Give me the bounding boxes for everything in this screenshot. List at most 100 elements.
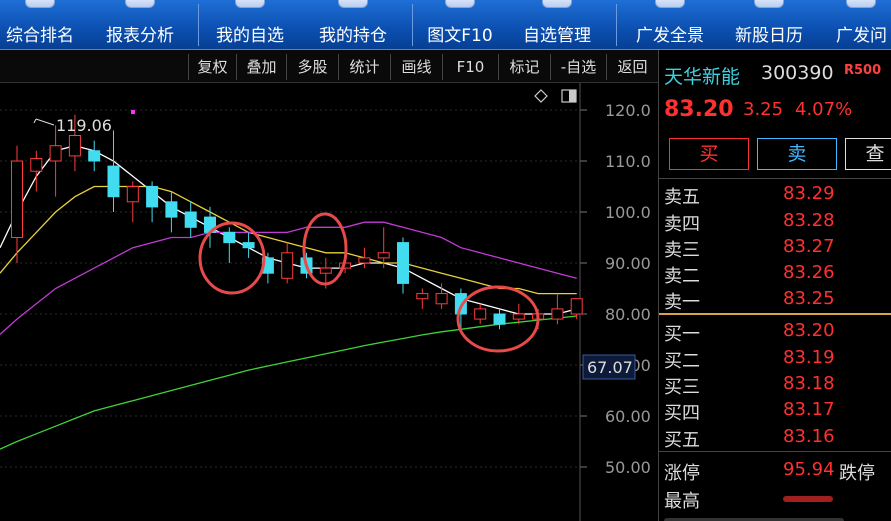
toolbar-label: 报表分析 bbox=[106, 26, 174, 46]
candle-down bbox=[88, 140, 101, 172]
y-tick-label: 60.00 bbox=[605, 407, 651, 426]
y-tick-label: 80.00 bbox=[605, 305, 651, 324]
draw-line-button[interactable]: 画线 bbox=[390, 54, 442, 80]
stock-name[interactable]: 天华新能 bbox=[664, 62, 740, 89]
toolbar-divider bbox=[616, 4, 617, 46]
ask-row[interactable]: 卖二 83.26 bbox=[659, 260, 891, 287]
candle-body bbox=[146, 186, 159, 208]
candle-body bbox=[319, 267, 332, 274]
bid-price: 83.16 bbox=[783, 426, 835, 447]
limit-up-value: 95.94 bbox=[783, 459, 835, 480]
candle-up bbox=[126, 181, 139, 223]
candle-up bbox=[49, 125, 62, 197]
price-change: 3.25 bbox=[743, 99, 784, 120]
candle-down bbox=[242, 232, 255, 258]
toolbar-calendar-button[interactable]: 新股日历 bbox=[729, 0, 809, 49]
statistics-button[interactable]: 统计 bbox=[338, 54, 390, 80]
y-axis: 120.0110.0100.090.0080.0070.0060.0050.00 bbox=[579, 83, 651, 521]
candle-body bbox=[358, 257, 371, 264]
candle-body bbox=[107, 165, 120, 198]
ask-row[interactable]: 卖五 83.29 bbox=[659, 181, 891, 208]
candle-body bbox=[88, 150, 101, 162]
candle-body bbox=[30, 157, 43, 172]
last-price: 83.20 bbox=[664, 97, 734, 122]
toolbar-ask-button[interactable]: 广发问 bbox=[830, 0, 891, 49]
stock-flag-badge: R500 bbox=[844, 63, 882, 78]
toolbar-label: 综合排名 bbox=[6, 26, 74, 46]
quote-divider bbox=[659, 451, 891, 452]
toolbar-manage-button[interactable]: 自选管理 bbox=[517, 0, 597, 49]
watchlist-icon bbox=[235, 0, 265, 8]
toolbar-f10-button[interactable]: 图文F10 bbox=[420, 0, 500, 49]
f10-button[interactable]: F10 bbox=[442, 54, 498, 80]
price-change-percent: 4.07% bbox=[795, 99, 853, 120]
buy-button[interactable]: 买 bbox=[669, 138, 749, 170]
candle-down bbox=[493, 308, 506, 330]
ask-row[interactable]: 卖三 83.27 bbox=[659, 234, 891, 261]
y-tick-label: 50.00 bbox=[605, 458, 651, 477]
candlestick-chart[interactable]: 120.0110.0100.090.0080.0070.0060.0050.00… bbox=[0, 83, 658, 521]
sell-button[interactable]: 卖 bbox=[757, 138, 837, 170]
restore-rights-button[interactable]: 复权 bbox=[188, 54, 236, 80]
back-button[interactable]: 返回 bbox=[606, 54, 658, 80]
candles bbox=[11, 114, 583, 330]
bid-label: 买一 bbox=[664, 324, 700, 345]
toolbar-report-button[interactable]: 报表分析 bbox=[100, 0, 180, 49]
ask-label: 卖二 bbox=[664, 266, 700, 287]
candle-up bbox=[416, 288, 429, 309]
overlay-button[interactable]: 叠加 bbox=[236, 54, 286, 80]
candle-down bbox=[184, 201, 197, 238]
candle-body bbox=[126, 186, 139, 203]
window-icon[interactable] bbox=[561, 89, 577, 103]
toolbar-panorama-button[interactable]: 广发全景 bbox=[630, 0, 710, 49]
bid-row[interactable]: 买一 83.20 bbox=[659, 318, 891, 345]
bid-row[interactable]: 买四 83.17 bbox=[659, 397, 891, 424]
toolbar-label: 自选管理 bbox=[523, 26, 591, 46]
bid-row[interactable]: 买三 83.18 bbox=[659, 371, 891, 398]
query-button[interactable]: 查 bbox=[845, 138, 891, 170]
quote-panel: 天华新能 300390 R500 83.20 3.25 4.07% 买 卖 查 … bbox=[658, 50, 891, 521]
candle-body bbox=[11, 160, 23, 238]
svg-text:67.07: 67.07 bbox=[587, 358, 633, 377]
bid-row[interactable]: 买五 83.16 bbox=[659, 424, 891, 451]
manage-icon bbox=[542, 0, 572, 8]
bid-price: 83.19 bbox=[783, 347, 835, 368]
ask-row[interactable]: 卖四 83.28 bbox=[659, 208, 891, 235]
toolbar-ranking-button[interactable]: 综合排名 bbox=[0, 0, 80, 49]
order-book-divider bbox=[659, 178, 891, 179]
candle-body bbox=[49, 145, 62, 162]
ask-price: 83.25 bbox=[783, 288, 835, 309]
f10-icon bbox=[445, 0, 475, 8]
moving-average-lines bbox=[0, 145, 577, 450]
max-price-annotation: 119.06 bbox=[56, 116, 112, 135]
candle-up bbox=[435, 283, 448, 309]
mark-button[interactable]: 标记 bbox=[498, 54, 550, 80]
ask-price: 83.26 bbox=[783, 262, 835, 283]
diamond-icon[interactable] bbox=[534, 89, 548, 103]
ask-price: 83.29 bbox=[783, 183, 835, 204]
ask-label: 卖一 bbox=[664, 292, 700, 313]
limit-down-label: 跌停 bbox=[839, 463, 875, 484]
bid-row[interactable]: 买二 83.19 bbox=[659, 345, 891, 372]
candle-body bbox=[165, 201, 178, 218]
candle-up bbox=[474, 303, 487, 325]
report-icon bbox=[125, 0, 155, 8]
bid-price: 83.20 bbox=[783, 320, 835, 341]
bid-label: 买二 bbox=[664, 351, 700, 372]
candle-body bbox=[184, 211, 197, 228]
candle-down bbox=[146, 181, 159, 223]
limit-up-label: 涨停 bbox=[664, 463, 700, 484]
toolbar-label: 我的持仓 bbox=[319, 26, 387, 46]
ask-row[interactable]: 卖一 83.25 bbox=[659, 286, 891, 313]
remove-watchlist-button[interactable]: -自选 bbox=[550, 54, 606, 80]
portfolio-icon bbox=[338, 0, 368, 8]
candle-up bbox=[551, 293, 564, 325]
moving-average-line bbox=[0, 315, 577, 450]
toolbar-portfolio-button[interactable]: 我的持仓 bbox=[313, 0, 393, 49]
multi-stock-button[interactable]: 多股 bbox=[286, 54, 338, 80]
bid-price: 83.17 bbox=[783, 399, 835, 420]
toolbar-watchlist-button[interactable]: 我的自选 bbox=[210, 0, 290, 49]
high-value-redacted bbox=[783, 496, 833, 502]
candle-body bbox=[435, 293, 448, 305]
candle-body bbox=[377, 252, 390, 259]
